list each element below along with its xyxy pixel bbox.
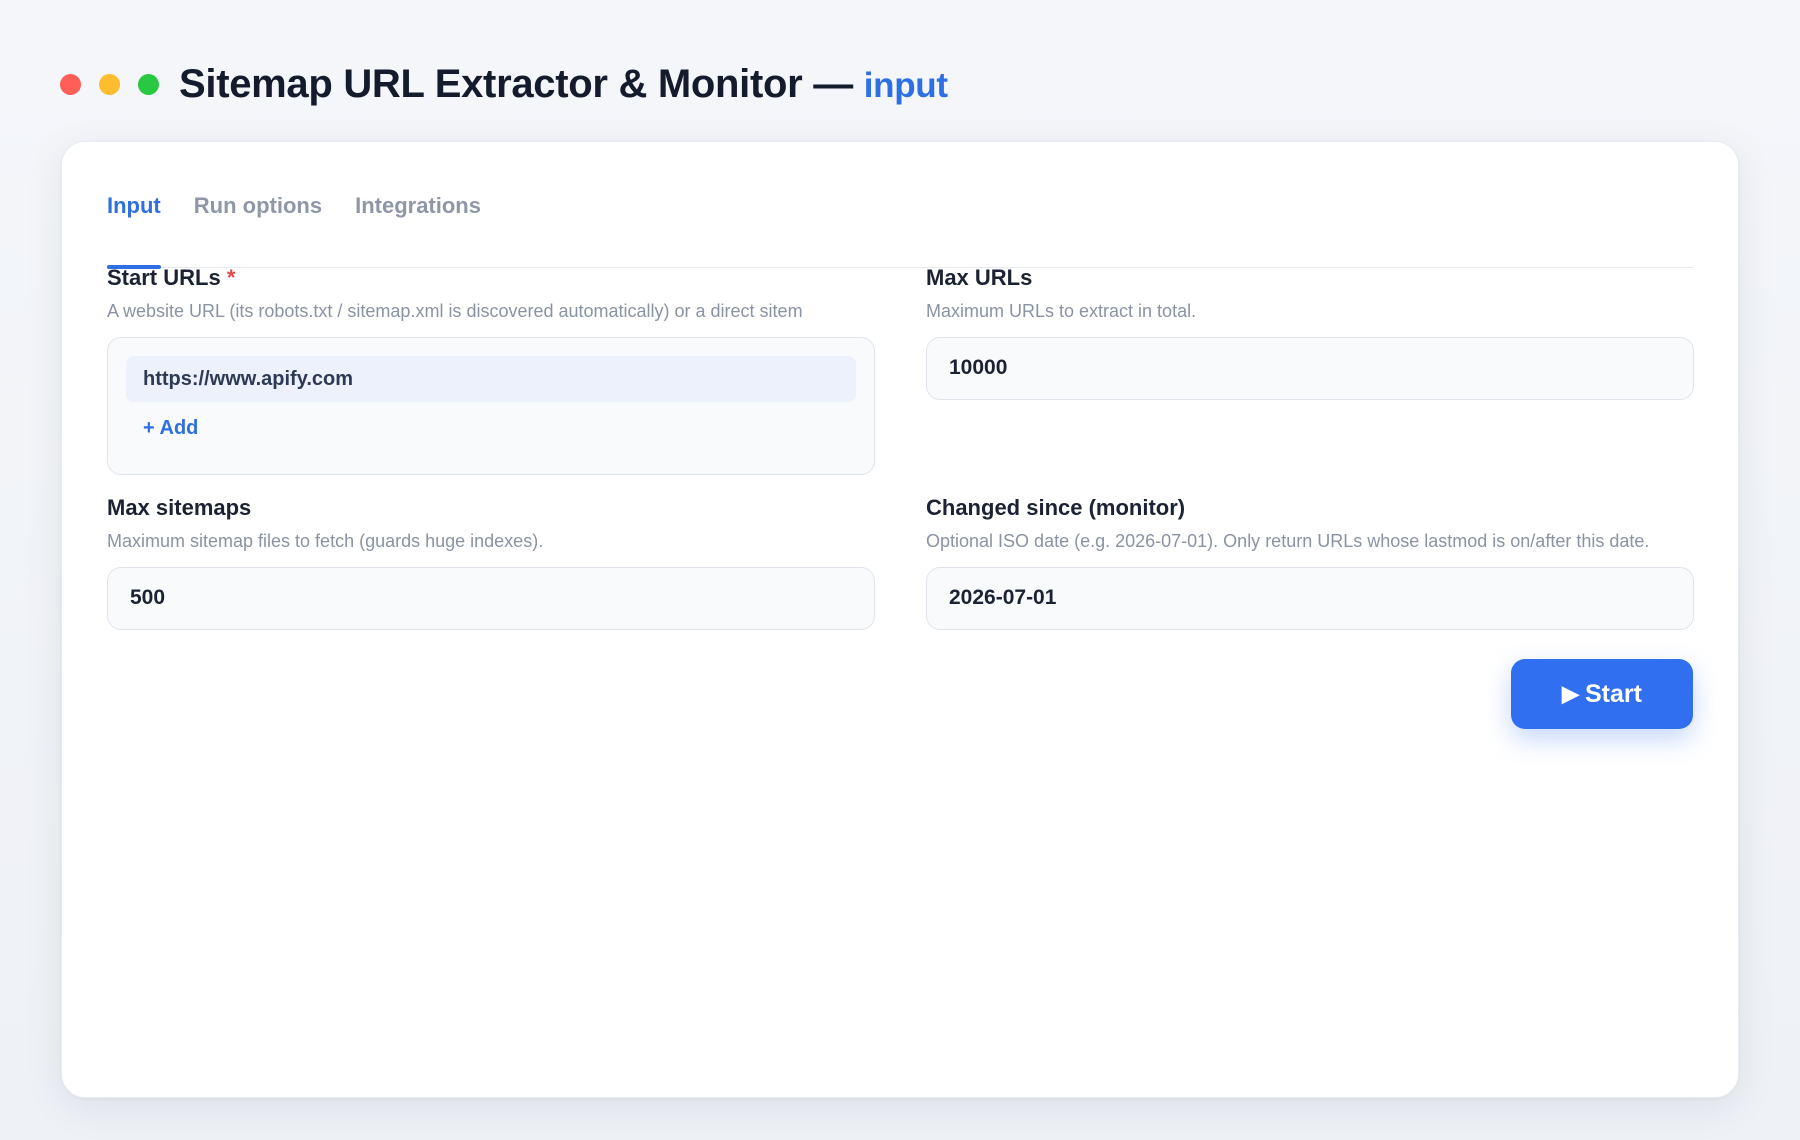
start-urls-help: A website URL (its robots.txt / sitemap.… (107, 301, 803, 321)
add-url-button[interactable]: + Add (126, 417, 198, 440)
tab-input[interactable]: Input (107, 176, 161, 269)
required-marker: * (226, 265, 236, 290)
window-title-text: Sitemap URL Extractor & Monitor — (179, 61, 853, 106)
input-card: Input Run options Integrations Start URL… (61, 141, 1739, 1098)
max-sitemaps-input[interactable]: 500 (107, 567, 875, 630)
changed-since-input[interactable]: 2026-07-01 (926, 567, 1694, 630)
tab-integrations[interactable]: Integrations (355, 176, 481, 268)
close-window-dot-icon[interactable] (60, 73, 81, 95)
maximize-window-dot-icon[interactable] (138, 73, 159, 95)
changed-since-label: Changed since (monitor) (926, 495, 1186, 520)
start-button-label: Start (1584, 679, 1642, 708)
window-title-accent: input (863, 65, 948, 105)
play-icon: ▶ (1562, 681, 1579, 706)
max-urls-help: Maximum URLs to extract in total. (926, 301, 1197, 321)
start-urls-label-text: Start URLs (107, 265, 221, 290)
tab-run-options[interactable]: Run options (194, 176, 322, 268)
changed-since-help: Optional ISO date (e.g. 2026-07-01). Onl… (926, 531, 1650, 551)
max-urls-input[interactable]: 10000 (926, 337, 1694, 400)
max-sitemaps-help: Maximum sitemap files to fetch (guards h… (107, 531, 544, 551)
start-urls-list: https://www.apify.com + Add (107, 337, 875, 475)
tab-bar: Input Run options Integrations (107, 176, 1693, 269)
max-sitemaps-field: Max sitemaps Maximum sitemap files to fe… (107, 495, 875, 630)
start-urls-field: Start URLs * A website URL (its robots.t… (107, 265, 875, 475)
start-urls-label: Start URLs * (107, 265, 875, 295)
max-urls-field: Max URLs Maximum URLs to extract in tota… (926, 265, 1694, 400)
start-url-item[interactable]: https://www.apify.com (126, 356, 856, 402)
start-button[interactable]: ▶ Start (1511, 659, 1693, 729)
max-sitemaps-label: Max sitemaps (107, 495, 252, 520)
window-titlebar: Sitemap URL Extractor & Monitor — input (60, 58, 948, 110)
window-title: Sitemap URL Extractor & Monitor — input (179, 62, 948, 107)
minimize-window-dot-icon[interactable] (99, 73, 120, 95)
max-urls-label: Max URLs (926, 265, 1033, 290)
changed-since-field: Changed since (monitor) Optional ISO dat… (926, 495, 1694, 630)
